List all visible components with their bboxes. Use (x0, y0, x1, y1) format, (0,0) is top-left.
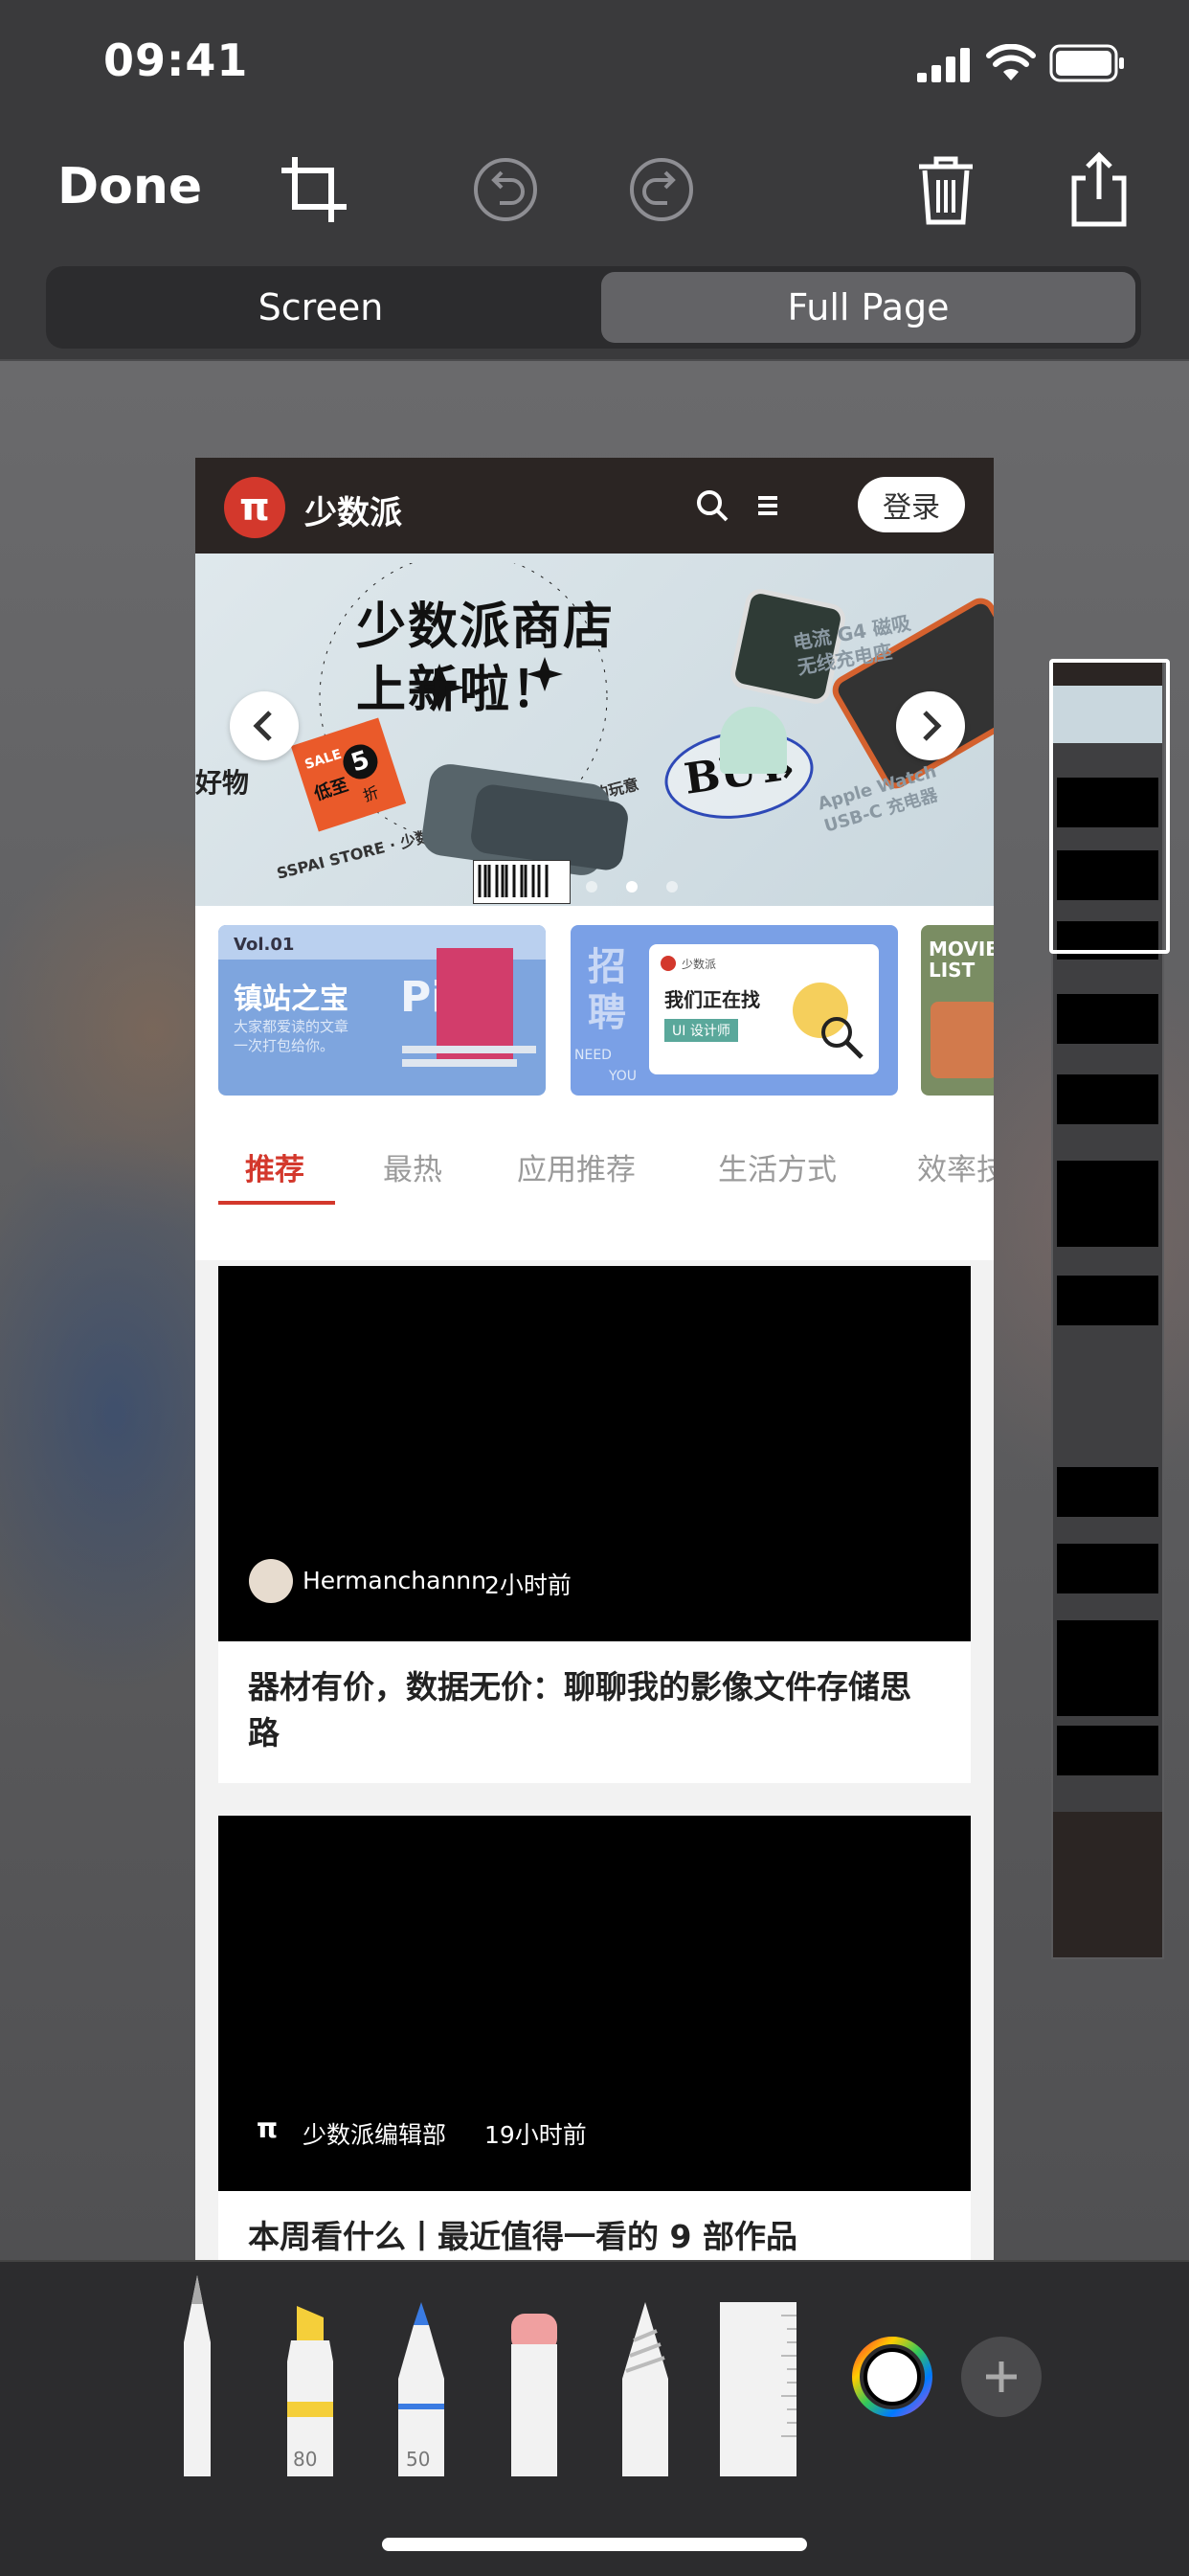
login-button[interactable]: 登录 (858, 477, 965, 532)
tab-recommended[interactable]: 推荐 (245, 1145, 304, 1188)
redo-icon[interactable] (623, 151, 700, 228)
home-indicator (382, 2538, 807, 2551)
feature-card-movie-list[interactable]: MOVIE LIST (921, 925, 994, 1096)
carousel-dot-active[interactable] (626, 881, 638, 893)
article-time: 2小时前 (484, 1571, 572, 1599)
store-banner[interactable]: SSPAI STORE · 少数派商店为你准备了些实用的玩意 少数派商店 上新啦… (195, 554, 994, 906)
charger-stand-image (720, 707, 787, 774)
article-title[interactable]: 本周看什么丨最近值得一看的 9 部作品 (218, 2191, 971, 2260)
carousel-dot[interactable] (666, 881, 678, 893)
crop-icon[interactable] (276, 151, 352, 228)
tab-efficiency[interactable]: 效率技 (917, 1145, 994, 1188)
active-tab-indicator (218, 1201, 335, 1205)
article-cover[interactable]: π 少数派编辑部 19小时前 (218, 1816, 971, 2191)
article-author[interactable]: 少数派编辑部 (303, 2116, 446, 2151)
article-cover[interactable]: Hermanchannn 2小时前 (218, 1266, 971, 1641)
banner-headline-2: 上新啦！ (356, 662, 564, 719)
done-button[interactable]: Done (57, 158, 202, 215)
pen-tool-icon[interactable] (170, 2275, 224, 2476)
capture-mode-segmented-control: Screen Full Page (46, 266, 1141, 349)
article-author[interactable]: Hermanchannn (303, 1567, 486, 1594)
carousel-dot[interactable] (586, 881, 597, 893)
feature-card-hiring[interactable]: 招聘 NEED YOU 少数派 我们正在找 UI 设计师 (571, 925, 898, 1096)
chevron-right-icon (923, 711, 942, 741)
full-page-segment[interactable]: Full Page (601, 272, 1135, 343)
feature-cards-row: Vol.01 镇站之宝 大家都爱读的文章 一次打包给你。 Pi 招聘 NEED … (195, 906, 994, 1145)
screen-segment[interactable]: Screen (52, 272, 590, 343)
article-time: 19小时前 (484, 2121, 587, 2149)
banner-edge-text: 好物 (195, 767, 250, 799)
eraser-tool-icon[interactable] (507, 2302, 561, 2476)
page-thumbnail-strip[interactable] (1049, 659, 1170, 1959)
tab-app-recommend[interactable]: 应用推荐 (517, 1145, 636, 1188)
feature-card-vol01[interactable]: Vol.01 镇站之宝 大家都爱读的文章 一次打包给你。 Pi (218, 925, 546, 1096)
plus-icon (986, 2361, 1017, 2392)
menu-icon[interactable] (751, 488, 785, 523)
site-name: 少数派 (304, 494, 402, 532)
barcode-sticker (473, 860, 571, 904)
site-header: π 少数派 登录 (195, 458, 994, 554)
category-tabs: 推荐 最热 应用推荐 生活方式 效率技 (195, 1145, 994, 1260)
add-shape-button[interactable] (961, 2337, 1042, 2417)
color-picker-icon[interactable] (852, 2337, 932, 2417)
tab-hottest[interactable]: 最热 (383, 1145, 442, 1188)
tab-lifestyle[interactable]: 生活方式 (718, 1145, 837, 1188)
author-avatar (249, 1559, 293, 1603)
magnifier-icon (821, 1017, 864, 1059)
article-title[interactable]: 器材有价，数据无价：聊聊我的影像文件存储思路 (218, 1641, 971, 1783)
thumbnail-viewport-indicator[interactable] (1049, 659, 1170, 954)
ruler-tool-icon[interactable] (718, 2302, 798, 2476)
battery-icon (1049, 44, 1124, 82)
cellular-signal-icon (917, 48, 970, 82)
status-time: 09:41 (103, 34, 249, 86)
banner-headline-1: 少数派商店 (356, 599, 616, 656)
banner-product-label-2: Apple Watch USB-C 充电器 (815, 761, 940, 837)
pencil-width-label: 50 (406, 2448, 431, 2471)
site-logo[interactable]: π (224, 477, 285, 538)
undo-icon[interactable] (467, 151, 544, 228)
chevron-left-icon (253, 711, 272, 741)
wifi-icon (986, 44, 1036, 80)
search-icon[interactable] (693, 486, 731, 525)
trash-icon[interactable] (908, 151, 984, 228)
editor-logo-icon: π (257, 2113, 279, 2144)
lasso-tool-icon[interactable] (618, 2302, 672, 2476)
carousel-prev-button[interactable] (230, 691, 299, 760)
carousel-next-button[interactable] (896, 691, 965, 760)
highlighter-width-label: 80 (293, 2448, 318, 2471)
full-page-preview[interactable]: π 少数派 登录 SSPAI STORE · 少数派商店为你准备了些实用的玩意 … (195, 458, 994, 2260)
share-icon[interactable] (1061, 151, 1137, 228)
